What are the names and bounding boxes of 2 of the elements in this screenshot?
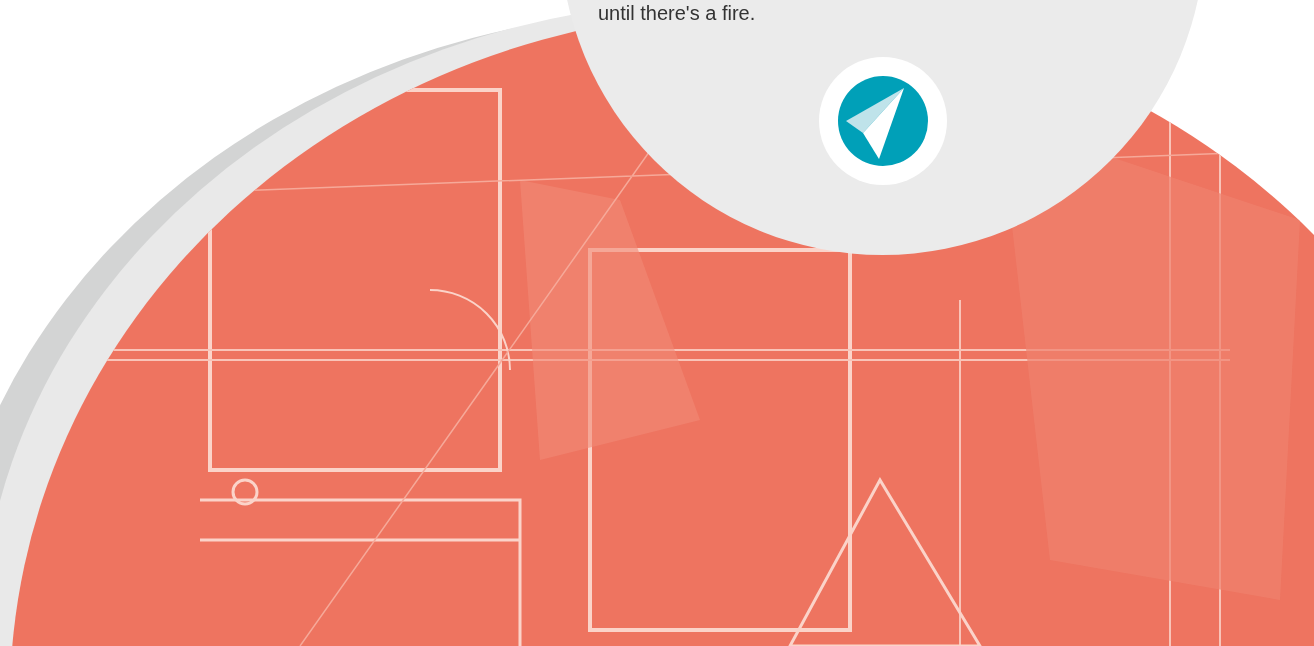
callout-text: until there's a fire. [598, 2, 756, 24]
paper-plane-icon [837, 76, 928, 166]
